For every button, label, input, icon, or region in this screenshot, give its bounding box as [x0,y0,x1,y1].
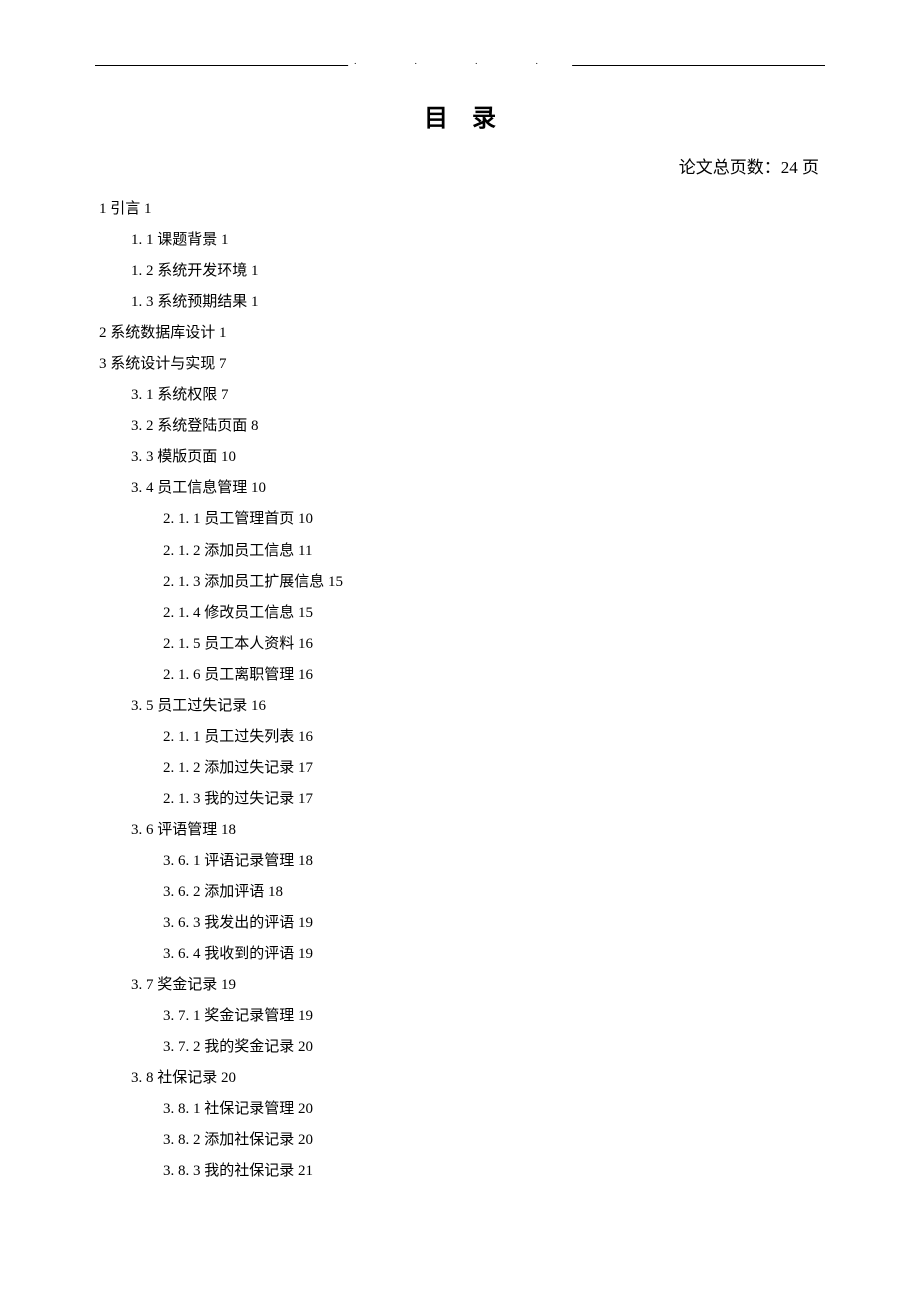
toc-entry: 3. 7. 2 我的奖金记录 20 [99,1032,825,1063]
toc-entry: 2. 1. 5 员工本人资料 16 [99,629,825,660]
toc-entry: 1 引言 1 [99,194,825,225]
toc-entry: 2. 1. 1 员工过失列表 16 [99,722,825,753]
toc-entry: 2. 1. 2 添加员工信息 11 [99,536,825,567]
toc-entry: 3. 1 系统权限 7 [99,380,825,411]
toc-entry: 3. 6. 4 我收到的评语 19 [99,939,825,970]
toc-entry: 3. 4 员工信息管理 10 [99,473,825,504]
toc-title: 目录 [95,98,825,133]
toc-entry: 3. 6 评语管理 18 [99,815,825,846]
toc-entry: 3. 6. 2 添加评语 18 [99,877,825,908]
total-pages-label: 论文总页数：24 页 [95,153,825,178]
toc-entry: 2. 1. 2 添加过失记录 17 [99,753,825,784]
toc-entry: 3. 8. 3 我的社保记录 21 [99,1156,825,1187]
toc-entry: 3. 2 系统登陆页面 8 [99,411,825,442]
toc-entry: 3. 7 奖金记录 19 [99,970,825,1001]
toc-entry: 3. 7. 1 奖金记录管理 19 [99,1001,825,1032]
toc-entry: 1. 3 系统预期结果 1 [99,287,825,318]
header-dots: . . . . [348,56,572,66]
toc-entry: 2. 1. 3 我的过失记录 17 [99,784,825,815]
toc-entry: 3. 8. 1 社保记录管理 20 [99,1094,825,1125]
toc-entry: 3. 6. 3 我发出的评语 19 [99,908,825,939]
toc-entry: 2 系统数据库设计 1 [99,318,825,349]
toc-entry: 3 系统设计与实现 7 [99,349,825,380]
toc-entry: 3. 5 员工过失记录 16 [99,691,825,722]
toc-entry: 2. 1. 4 修改员工信息 15 [99,598,825,629]
header-rule: . . . . [95,65,825,66]
document-page: . . . . 目录 论文总页数：24 页 1 引言 11. 1 课题背景 11… [0,0,920,1188]
toc-entry: 3. 3 模版页面 10 [99,442,825,473]
toc-entry: 2. 1. 1 员工管理首页 10 [99,504,825,535]
toc-entry: 1. 2 系统开发环境 1 [99,256,825,287]
toc-entry: 3. 6. 1 评语记录管理 18 [99,846,825,877]
toc-entry: 2. 1. 3 添加员工扩展信息 15 [99,567,825,598]
toc-entry: 3. 8 社保记录 20 [99,1063,825,1094]
toc-entry: 2. 1. 6 员工离职管理 16 [99,660,825,691]
toc-entry: 3. 8. 2 添加社保记录 20 [99,1125,825,1156]
table-of-contents: 1 引言 11. 1 课题背景 11. 2 系统开发环境 11. 3 系统预期结… [95,194,825,1188]
toc-entry: 1. 1 课题背景 1 [99,225,825,256]
